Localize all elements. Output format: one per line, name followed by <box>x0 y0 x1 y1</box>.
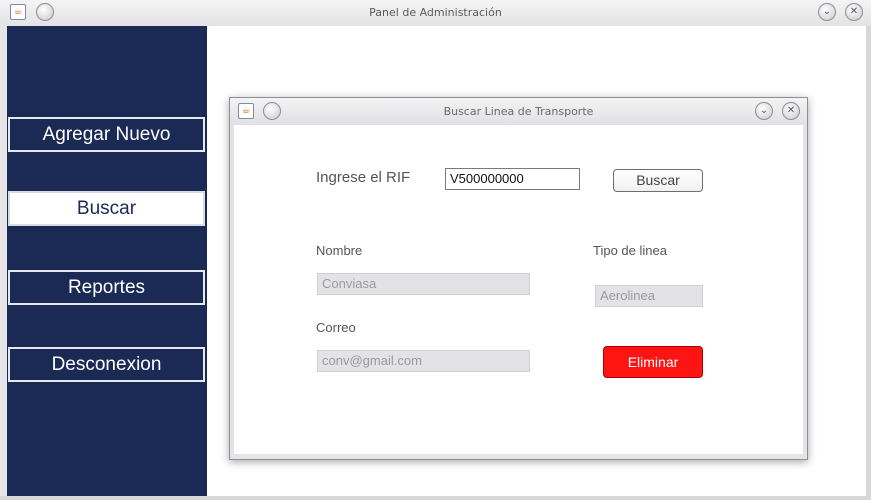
nav-buscar-button[interactable]: Buscar <box>8 191 205 226</box>
rif-label: Ingrese el RIF <box>316 169 411 186</box>
delete-button[interactable]: Eliminar <box>603 346 703 378</box>
dialog-titlebar[interactable]: ☕ Buscar Linea de Transporte ⌄ ✕ <box>230 98 807 125</box>
dialog-maximize-button[interactable]: ⌄ <box>755 102 773 120</box>
main-window: ☕ Panel de Administración ⌄ ✕ Agregar Nu… <box>0 0 871 500</box>
maximize-button[interactable]: ⌄ <box>818 3 836 21</box>
search-dialog: ☕ Buscar Linea de Transporte ⌄ ✕ Ingrese… <box>229 97 808 460</box>
window-bottom-border <box>0 496 871 500</box>
nav-desconexion-button[interactable]: Desconexion <box>8 347 205 382</box>
dialog-title: Buscar Linea de Transporte <box>443 105 594 118</box>
sidebar: Agregar Nuevo Buscar Reportes Desconexio… <box>7 26 207 496</box>
search-button[interactable]: Buscar <box>613 169 703 192</box>
dialog-body: Ingrese el RIF V500000000 Buscar Nombre … <box>234 125 803 454</box>
window-title: Panel de Administración <box>369 6 502 19</box>
nav-agregar-nuevo-button[interactable]: Agregar Nuevo <box>8 117 205 152</box>
nombre-field: Conviasa <box>317 273 530 295</box>
correo-field: conv@gmail.com <box>317 350 530 372</box>
rif-input[interactable]: V500000000 <box>445 168 580 190</box>
tipo-linea-label: Tipo de linea <box>593 243 667 258</box>
window-right-border <box>866 26 871 500</box>
tipo-linea-field: Aerolinea <box>595 285 703 307</box>
close-button[interactable]: ✕ <box>845 3 863 21</box>
dialog-close-button[interactable]: ✕ <box>782 102 800 120</box>
correo-label: Correo <box>316 320 356 335</box>
nombre-label: Nombre <box>316 243 363 258</box>
nav-reportes-button[interactable]: Reportes <box>8 270 205 305</box>
window-titlebar[interactable]: ☕ Panel de Administración ⌄ ✕ <box>0 0 871 26</box>
